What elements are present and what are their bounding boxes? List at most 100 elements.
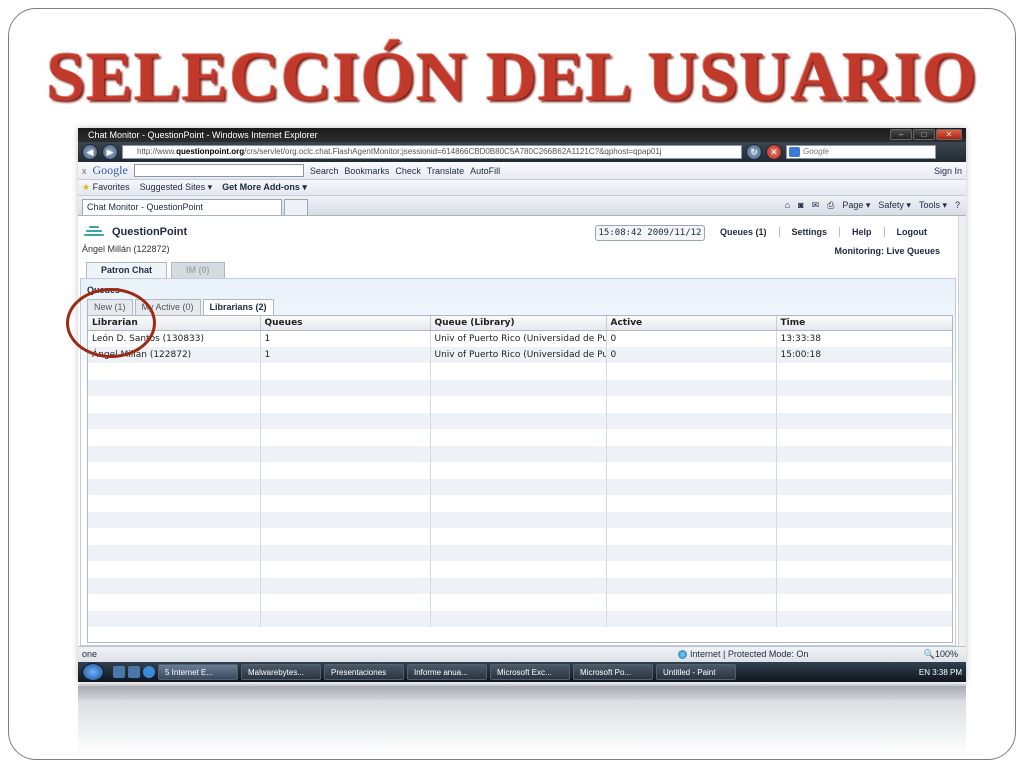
empty-cell [430, 412, 607, 429]
empty-cell [260, 363, 431, 380]
tab-im[interactable]: IM (0) [171, 262, 225, 278]
tab-patron-chat[interactable]: Patron Chat [86, 262, 168, 278]
close-toolbar-icon[interactable]: x [82, 166, 87, 176]
rss-icon[interactable]: ◙ [798, 200, 803, 211]
table-cell: 0 [606, 330, 777, 347]
empty-table-row [88, 429, 952, 446]
empty-cell [776, 511, 952, 528]
empty-cell [88, 363, 261, 380]
zoom-level[interactable]: 🔍100% [924, 647, 958, 662]
google-search-button[interactable]: Search [310, 166, 339, 176]
questionpoint-waves-icon [84, 226, 104, 238]
table-row[interactable]: León D. Santos (130833) 1 Univ of Puerto… [88, 330, 952, 347]
nav-settings[interactable]: Settings [778, 227, 840, 237]
empty-cell [430, 363, 607, 380]
empty-cell [606, 528, 777, 545]
mail-icon[interactable]: ✉ [812, 200, 820, 211]
taskbar-item[interactable]: Untitled - Paint [656, 664, 736, 680]
google-bookmarks-button[interactable]: Bookmarks [344, 166, 389, 176]
page-menu[interactable]: Page ▾ [842, 200, 870, 211]
table-header-row: Librarian Queues Queue (Library) Active … [88, 316, 952, 331]
current-user: Ángel Millán (122872) [82, 244, 170, 254]
taskbar-item[interactable]: Informe anua... [407, 664, 487, 680]
empty-cell [606, 379, 777, 396]
table-row[interactable]: Ángel Millán (122872) 1 Univ of Puerto R… [88, 346, 952, 363]
search-box[interactable]: Google [786, 145, 936, 159]
get-addons-link[interactable]: Get More Add-ons ▾ [222, 182, 307, 193]
empty-cell [88, 379, 261, 396]
back-button[interactable]: ◀ [82, 144, 98, 160]
empty-cell [776, 528, 952, 545]
window-title: Chat Monitor - QuestionPoint - Windows I… [88, 130, 318, 140]
nav-logout[interactable]: Logout [883, 227, 940, 237]
favorites-button[interactable]: ★ Favorites [82, 182, 130, 193]
start-button[interactable] [82, 663, 104, 681]
tools-menu[interactable]: Tools ▾ [919, 200, 947, 211]
empty-cell [430, 462, 607, 479]
url-host: questionpoint.org [176, 147, 245, 156]
stop-button[interactable]: ✕ [766, 144, 782, 160]
empty-cell [430, 577, 607, 594]
empty-cell [88, 561, 261, 578]
table-cell: 13:33:38 [776, 330, 952, 347]
url-field[interactable]: http://www.questionpoint.org/crs/servlet… [122, 145, 742, 159]
empty-table-row [88, 561, 952, 578]
taskbar-item[interactable]: Microsoft Po... [573, 664, 653, 680]
nav-help[interactable]: Help [839, 227, 884, 237]
suggested-sites-link[interactable]: Suggested Sites ▾ [140, 182, 213, 193]
google-search-input[interactable] [133, 164, 304, 177]
browser-tab-chat-monitor[interactable]: Chat Monitor - QuestionPoint [82, 199, 282, 215]
empty-cell [260, 379, 431, 396]
reflection-taskbar [78, 686, 966, 700]
show-desktop-icon[interactable] [113, 666, 125, 678]
google-translate-button[interactable]: Translate [427, 166, 464, 176]
empty-cell [606, 495, 777, 512]
home-icon[interactable]: ⌂ [785, 200, 790, 211]
empty-cell [606, 462, 777, 479]
empty-cell [776, 429, 952, 446]
empty-cell [430, 511, 607, 528]
column-header[interactable]: Queue (Library) [430, 316, 607, 331]
logo-text: QuestionPoint [112, 226, 188, 238]
nav-queues[interactable]: Queues (1) [718, 227, 779, 237]
tab-librarians[interactable]: Librarians (2) [202, 299, 274, 315]
empty-table-row [88, 379, 952, 396]
taskbar-item[interactable]: Microsoft Exc... [490, 664, 570, 680]
minimize-button[interactable]: – [890, 129, 912, 140]
quick-launch-icon[interactable] [128, 666, 140, 678]
maximize-button[interactable]: □ [913, 129, 935, 140]
taskbar-item[interactable]: Presentaciones [324, 664, 404, 680]
empty-table-row [88, 528, 952, 545]
security-zone[interactable]: Internet | Protected Mode: On [678, 647, 808, 662]
close-button[interactable]: ✕ [936, 129, 962, 140]
google-check-button[interactable]: Check [395, 166, 421, 176]
print-icon[interactable]: ⎙ [827, 200, 834, 211]
google-sign-in-button[interactable]: Sign In [934, 166, 966, 176]
safety-menu[interactable]: Safety ▾ [878, 200, 911, 211]
empty-cell [88, 511, 261, 528]
system-tray[interactable]: EN 3:38 PM [919, 668, 966, 677]
empty-cell [88, 445, 261, 462]
empty-cell [776, 577, 952, 594]
new-tab-button[interactable] [284, 199, 308, 215]
forward-button[interactable]: ▶ [102, 144, 118, 160]
empty-cell [430, 495, 607, 512]
refresh-button[interactable]: ↻ [746, 144, 762, 160]
ie-icon[interactable] [143, 666, 155, 678]
column-header[interactable]: Time [776, 316, 952, 331]
google-autofill-button[interactable]: AutoFill [470, 166, 500, 176]
empty-cell [260, 544, 431, 561]
empty-cell [260, 511, 431, 528]
empty-cell [260, 610, 431, 627]
column-header[interactable]: Active [606, 316, 777, 331]
highlight-circle [66, 288, 156, 358]
taskbar-item[interactable]: Malwarebytes... [241, 664, 321, 680]
column-header[interactable]: Queues [260, 316, 431, 331]
help-icon[interactable]: ? [955, 200, 960, 211]
taskbar-item[interactable]: 5 Internet E... [158, 664, 238, 680]
empty-cell [606, 544, 777, 561]
empty-cell [606, 396, 777, 413]
vertical-scrollbar[interactable] [958, 216, 966, 646]
app-tabs: Patron Chat IM (0) [86, 262, 225, 278]
empty-cell [88, 594, 261, 611]
